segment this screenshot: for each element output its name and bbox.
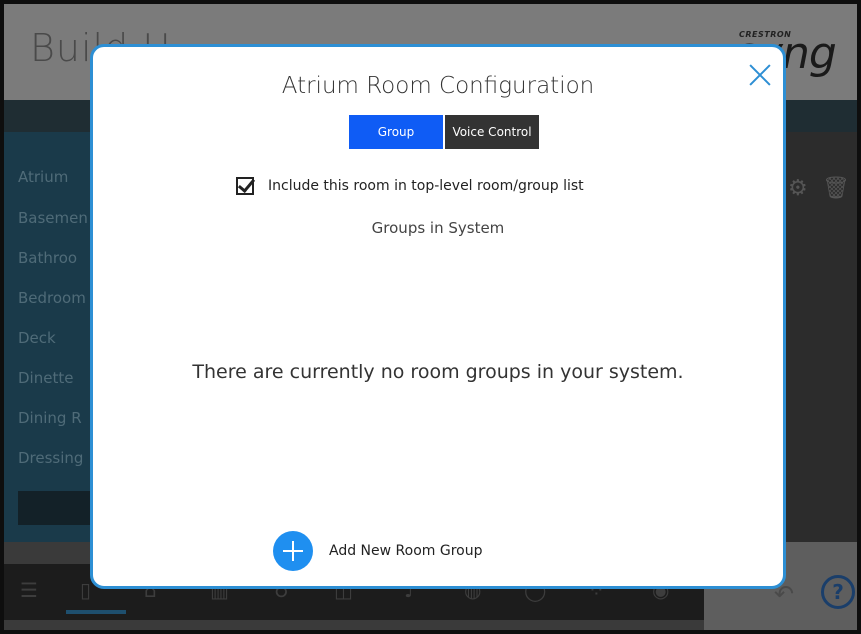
- tab-group[interactable]: Group: [349, 115, 443, 149]
- active-nav-indicator: [66, 610, 126, 614]
- empty-groups-message: There are currently no room groups in yo…: [192, 361, 684, 383]
- add-room-group-button[interactable]: Add New Room Group: [273, 531, 482, 571]
- sidebar-item-bedroom[interactable]: Bedroom: [18, 289, 86, 307]
- sidebar-item-deck[interactable]: Deck: [18, 329, 56, 347]
- include-room-checkbox-row[interactable]: Include this room in top-level room/grou…: [236, 175, 584, 197]
- menu-icon[interactable]: ☰: [20, 578, 38, 602]
- room-sidebar: Atrium Basemen Bathroo Bedroom Deck Dine…: [4, 132, 104, 542]
- tab-voice-control[interactable]: Voice Control: [445, 115, 539, 149]
- include-room-label: Include this room in top-level room/grou…: [268, 178, 584, 194]
- groups-heading: Groups in System: [371, 219, 505, 237]
- sidebar-item-basement[interactable]: Basemen: [18, 209, 88, 227]
- sidebar-item-dinette[interactable]: Dinette: [18, 369, 73, 387]
- settings-icon[interactable]: ⚙: [788, 176, 808, 201]
- sidebar-item-dining-room[interactable]: Dining R: [18, 409, 82, 427]
- checkbox-checked-icon[interactable]: [236, 177, 254, 195]
- room-nav-icon[interactable]: ▯: [80, 578, 91, 602]
- sidebar-item-dressing[interactable]: Dressing: [18, 449, 83, 467]
- trash-icon[interactable]: 🗑: [822, 176, 850, 201]
- room-configuration-dialog: Atrium Room Configuration Group Voice Co…: [90, 44, 786, 589]
- sidebar-item-atrium[interactable]: Atrium: [18, 168, 68, 186]
- help-icon[interactable]: ?: [821, 575, 855, 609]
- dialog-title: Atrium Room Configuration: [281, 73, 595, 99]
- brand-company: CRESTRON: [739, 30, 792, 39]
- plus-icon[interactable]: [273, 531, 313, 571]
- add-room-group-label: Add New Room Group: [329, 543, 483, 559]
- sidebar-item-bathroom[interactable]: Bathroo: [18, 249, 77, 267]
- close-icon[interactable]: [748, 63, 772, 87]
